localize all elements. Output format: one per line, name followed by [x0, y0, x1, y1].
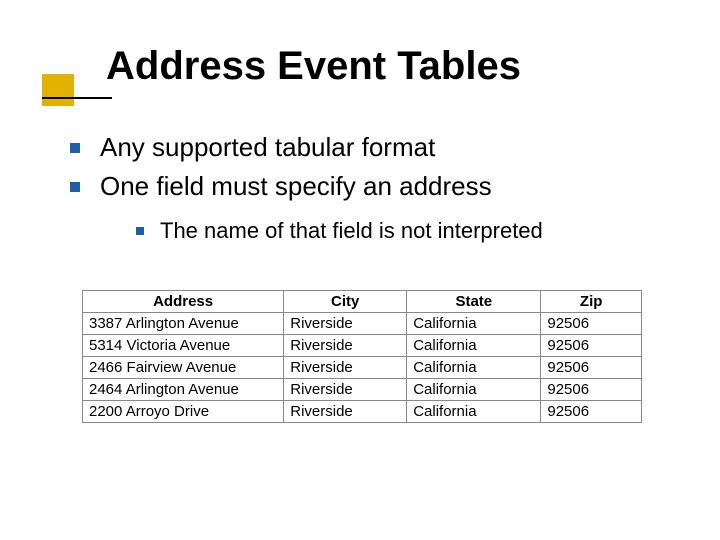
table-cell: 2200 Arroyo Drive — [83, 401, 284, 423]
table-cell: 5314 Victoria Avenue — [83, 335, 284, 357]
table-cell: 92506 — [541, 379, 642, 401]
title-divider — [42, 97, 112, 99]
bullet-level1-item: Any supported tabular format — [70, 130, 670, 165]
table-cell: Riverside — [284, 335, 407, 357]
table-cell: Riverside — [284, 357, 407, 379]
table-cell: California — [407, 335, 541, 357]
slide-title: Address Event Tables — [48, 44, 521, 89]
table-cell: California — [407, 401, 541, 423]
address-table-wrap: Address City State Zip 3387 Arlington Av… — [82, 290, 642, 423]
table-cell: 92506 — [541, 401, 642, 423]
table-cell: 2466 Fairview Avenue — [83, 357, 284, 379]
table-header-row: Address City State Zip — [83, 291, 642, 313]
table-row: 2200 Arroyo Drive Riverside California 9… — [83, 401, 642, 423]
table-cell: 2464 Arlington Avenue — [83, 379, 284, 401]
bullet-list-level2: The name of that field is not interprete… — [100, 216, 670, 247]
table-cell: California — [407, 313, 541, 335]
table-cell: 92506 — [541, 357, 642, 379]
bullet-content: Any supported tabular format One field m… — [70, 130, 670, 251]
table-cell: Riverside — [284, 379, 407, 401]
table-row: 2464 Arlington Avenue Riverside Californ… — [83, 379, 642, 401]
bullet-level1-item: One field must specify an address The na… — [70, 169, 670, 247]
table-row: 3387 Arlington Avenue Riverside Californ… — [83, 313, 642, 335]
bullet-list-level1: Any supported tabular format One field m… — [70, 130, 670, 247]
table-row: 2466 Fairview Avenue Riverside Californi… — [83, 357, 642, 379]
bullet-text: Any supported tabular format — [100, 132, 435, 162]
bullet-level2-item: The name of that field is not interprete… — [100, 216, 670, 247]
table-cell: California — [407, 357, 541, 379]
bullet-text: One field must specify an address — [100, 171, 492, 201]
table-header-cell: State — [407, 291, 541, 313]
address-table: Address City State Zip 3387 Arlington Av… — [82, 290, 642, 423]
table-cell: 92506 — [541, 313, 642, 335]
table-header-cell: City — [284, 291, 407, 313]
table-cell: 92506 — [541, 335, 642, 357]
table-cell: California — [407, 379, 541, 401]
table-cell: Riverside — [284, 401, 407, 423]
table-header-cell: Address — [83, 291, 284, 313]
bullet-text: The name of that field is not interprete… — [160, 218, 543, 243]
table-cell: 3387 Arlington Avenue — [83, 313, 284, 335]
slide: Address Event Tables Any supported tabul… — [0, 0, 720, 540]
table-row: 5314 Victoria Avenue Riverside Californi… — [83, 335, 642, 357]
table-cell: Riverside — [284, 313, 407, 335]
title-block: Address Event Tables — [48, 44, 521, 89]
table-header-cell: Zip — [541, 291, 642, 313]
